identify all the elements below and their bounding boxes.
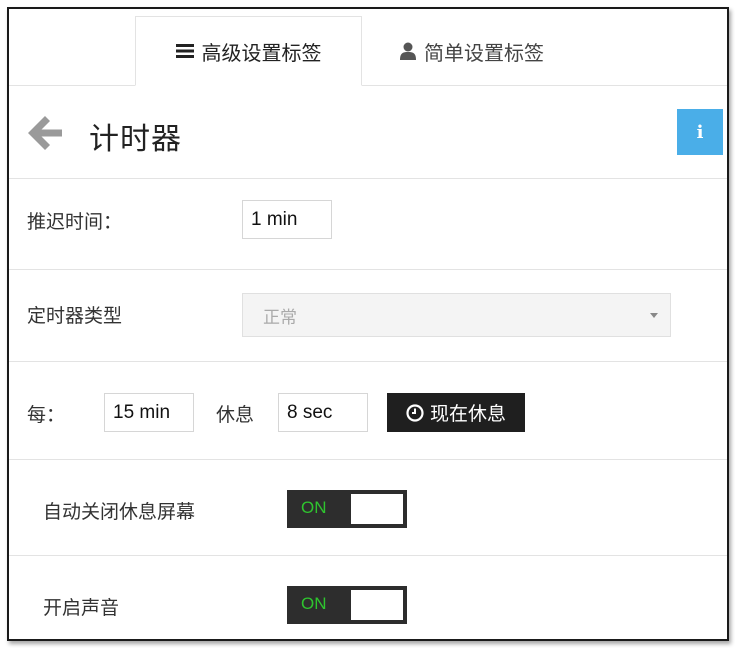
page-header: 计时器 i	[9, 86, 727, 179]
rest-now-label: 现在休息	[429, 403, 506, 425]
toggle-on-text: ON	[301, 594, 327, 613]
sound-toggle[interactable]: ON	[287, 586, 407, 624]
toggle-knob	[351, 590, 403, 620]
caret-down-icon	[650, 313, 658, 318]
rest-now-button[interactable]: 现在休息	[387, 393, 525, 432]
info-button[interactable]: i	[677, 109, 723, 155]
rest-label: 休息	[216, 404, 255, 426]
delay-row: 推迟时间： 1 min	[9, 179, 727, 270]
interval-row: 每： 15 min 休息 8 sec 现在休息	[9, 362, 727, 460]
tab-advanced-label: 高级设置标签	[201, 40, 322, 65]
sound-label: 开启声音	[43, 597, 120, 619]
timer-type-row: 定时器类型 正常	[9, 270, 727, 362]
clock-icon	[406, 403, 424, 422]
timer-type-select[interactable]: 正常	[242, 293, 671, 337]
tab-simple-settings[interactable]: 简单设置标签	[362, 16, 582, 86]
timer-type-value: 正常	[263, 307, 297, 328]
rest-input[interactable]: 8 sec	[278, 393, 368, 432]
settings-panel: 高级设置标签 简单设置标签 计时器 i 推迟时间： 1 min 定时器类型 正常	[7, 7, 729, 641]
info-icon: i	[696, 121, 704, 143]
tab-simple-label: 简单设置标签	[424, 40, 544, 65]
delay-input[interactable]: 1 min	[242, 200, 332, 239]
user-icon	[400, 42, 416, 60]
auto-close-row: 自动关闭休息屏幕 ON	[9, 460, 727, 556]
tab-advanced-settings[interactable]: 高级设置标签	[135, 16, 362, 86]
back-arrow-icon[interactable]	[25, 113, 65, 153]
page-title: 计时器	[89, 122, 182, 157]
sound-row: 开启声音 ON	[9, 556, 727, 639]
every-input[interactable]: 15 min	[104, 393, 194, 432]
tab-bar: 高级设置标签 简单设置标签	[9, 9, 727, 86]
every-label: 每：	[27, 404, 66, 426]
auto-close-label: 自动关闭休息屏幕	[43, 501, 196, 523]
menu-icon	[175, 43, 194, 59]
timer-type-label: 定时器类型	[27, 305, 123, 327]
toggle-knob	[351, 494, 403, 524]
auto-close-toggle[interactable]: ON	[287, 490, 407, 528]
delay-label: 推迟时间：	[27, 211, 123, 233]
toggle-on-text: ON	[301, 498, 327, 517]
